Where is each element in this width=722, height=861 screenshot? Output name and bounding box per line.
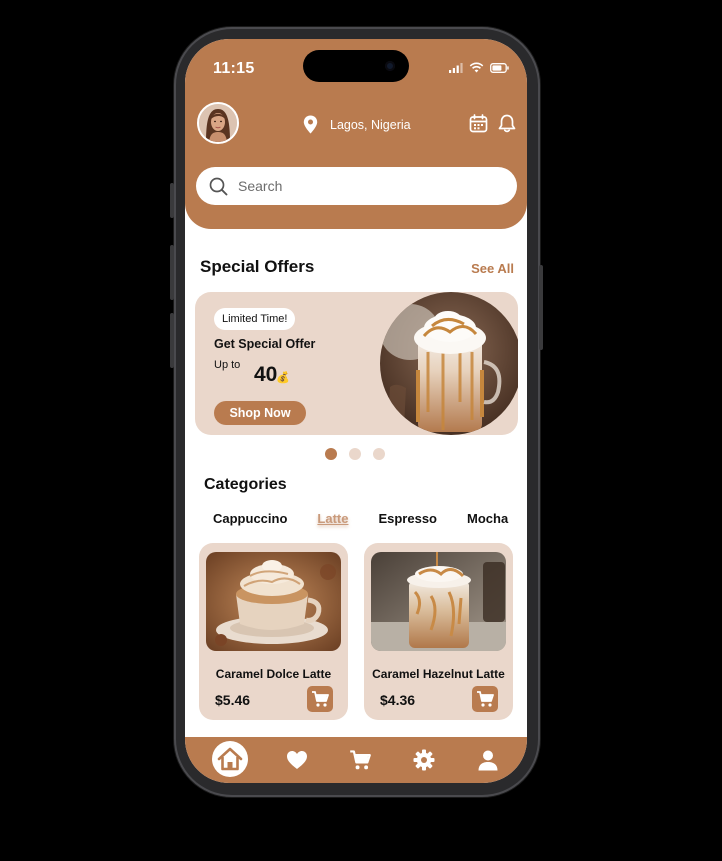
offer-up-to: Up to	[214, 359, 241, 371]
avatar-image	[199, 104, 237, 142]
avatar[interactable]	[197, 102, 239, 144]
nav-profile[interactable]	[476, 737, 500, 783]
location-label: Lagos, Nigeria	[330, 117, 411, 132]
nav-settings[interactable]	[412, 737, 436, 783]
money-bag-icon: 💰	[276, 372, 291, 384]
header-actions	[469, 114, 516, 133]
limited-time-badge: Limited Time!	[214, 308, 296, 330]
location-pin-icon	[303, 115, 318, 134]
product-price: $5.46	[215, 692, 251, 708]
product-card[interactable]: Caramel Dolce Latte $5.46	[199, 543, 348, 720]
battery-icon	[490, 62, 509, 73]
wifi-icon	[469, 62, 484, 73]
power-button	[539, 265, 543, 350]
home-icon	[217, 747, 243, 771]
tab-cappuccino[interactable]: Cappuccino	[213, 511, 287, 526]
carousel-dot[interactable]	[373, 448, 385, 460]
product-price: $4.36	[380, 692, 416, 708]
dynamic-island	[303, 50, 409, 82]
offer-percent: 40 💰	[254, 363, 290, 387]
calendar-icon[interactable]	[469, 114, 488, 133]
see-all-link[interactable]: See All	[471, 261, 514, 276]
search-icon	[209, 177, 228, 195]
status-icons	[449, 62, 509, 73]
tab-latte[interactable]: Latte	[317, 511, 348, 526]
category-tabs: Cappuccino Latte Espresso Mocha	[213, 511, 508, 526]
offer-percent-value: 40	[254, 363, 278, 386]
carousel-dot[interactable]	[349, 448, 361, 460]
volume-down-button	[170, 313, 174, 368]
product-image	[371, 552, 506, 651]
product-image	[206, 552, 341, 651]
special-offers-title: Special Offers	[200, 257, 315, 276]
product-name: Caramel Hazelnut Latte	[372, 667, 505, 681]
action-button	[170, 183, 174, 218]
location[interactable]: Lagos, Nigeria	[303, 115, 411, 134]
bottom-nav	[185, 737, 527, 783]
tab-mocha[interactable]: Mocha	[467, 511, 508, 526]
carousel-dots	[325, 448, 385, 460]
offer-banner[interactable]: Limited Time! Get Special Offer Up to 40…	[195, 292, 518, 435]
cart-icon	[477, 691, 494, 707]
carousel-dot[interactable]	[325, 448, 337, 460]
user-icon	[478, 750, 498, 770]
gear-icon	[413, 749, 435, 771]
add-to-cart-button[interactable]	[472, 686, 498, 712]
offer-coffee-image	[380, 292, 518, 435]
tab-espresso[interactable]: Espresso	[378, 511, 437, 526]
nav-home[interactable]	[212, 737, 248, 783]
cart-icon	[350, 750, 371, 770]
categories-title: Categories	[204, 476, 287, 493]
search-bar[interactable]	[196, 167, 517, 205]
offer-title: Get Special Offer	[214, 337, 316, 351]
nav-favorites[interactable]	[285, 737, 309, 783]
phone-screen: 11:15 Lagos, Nigeria Search Special Offe…	[185, 39, 527, 783]
signal-icon	[449, 63, 463, 73]
cart-icon	[312, 691, 329, 707]
product-card[interactable]: Caramel Hazelnut Latte $4.36	[364, 543, 513, 720]
heart-icon	[287, 751, 307, 769]
nav-cart[interactable]	[348, 737, 372, 783]
add-to-cart-button[interactable]	[307, 686, 333, 712]
status-time: 11:15	[213, 60, 255, 77]
active-indicator	[212, 741, 248, 777]
search-input[interactable]	[238, 178, 488, 194]
bell-icon[interactable]	[498, 114, 516, 133]
shop-now-button[interactable]: Shop Now	[214, 401, 306, 425]
volume-up-button	[170, 245, 174, 300]
product-name: Caramel Dolce Latte	[215, 667, 332, 681]
